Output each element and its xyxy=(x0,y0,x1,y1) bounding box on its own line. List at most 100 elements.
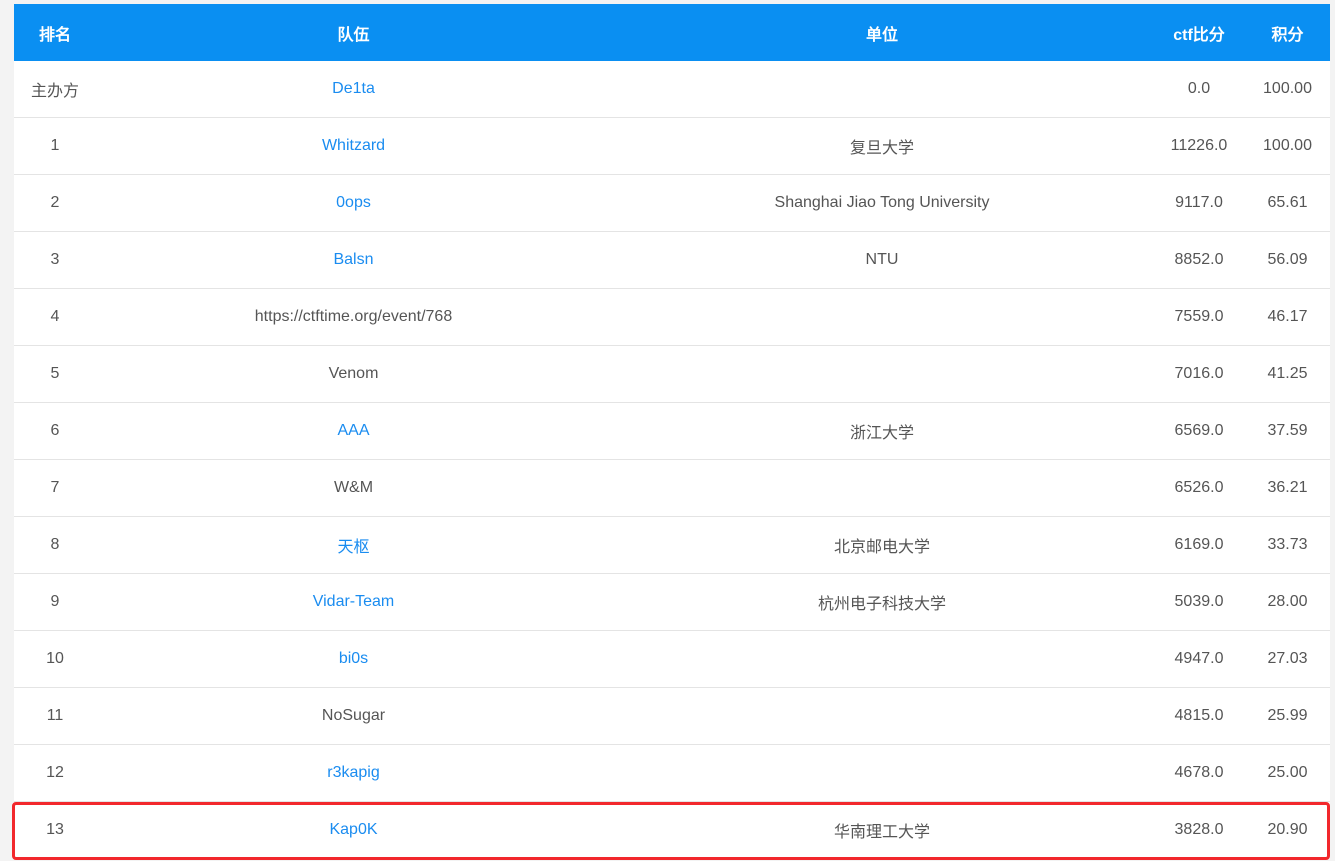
table-row: 3 Balsn NTU 8852.0 56.09 xyxy=(14,231,1330,289)
ranking-table: 排名 队伍 单位 ctf比分 积分 主办方 De1ta 0.0 100.00 1 Whit… xyxy=(14,4,1330,858)
team-cell: W&M xyxy=(96,459,611,517)
points-cell: 28.00 xyxy=(1245,573,1330,631)
column-header-unit[interactable]: 单位 xyxy=(611,4,1153,61)
points-cell: 27.03 xyxy=(1245,630,1330,688)
team-link[interactable]: 0ops xyxy=(336,194,371,211)
team-cell: Kap0K xyxy=(96,802,611,859)
points-cell: 46.17 xyxy=(1245,288,1330,346)
rank-cell: 6 xyxy=(14,402,96,460)
unit-cell xyxy=(611,288,1153,346)
table-body: 主办方 De1ta 0.0 100.00 1 Whitzard 复旦大学 11226.0 100… xyxy=(14,61,1330,858)
table-row: 2 0ops Shanghai Jiao Tong University 9117.0… xyxy=(14,174,1330,232)
rank-cell: 9 xyxy=(14,573,96,631)
unit-cell: Shanghai Jiao Tong University xyxy=(611,174,1153,232)
ctf-score-cell: 7559.0 xyxy=(1153,288,1245,346)
team-link[interactable]: 天枢 xyxy=(337,539,369,556)
table-row: 7 W&M 6526.0 36.21 xyxy=(14,459,1330,517)
unit-cell: 杭州电子科技大学 xyxy=(611,573,1153,631)
table-row: 6 AAA 浙江大学 6569.0 37.59 xyxy=(14,402,1330,460)
ctf-score-cell: 6526.0 xyxy=(1153,459,1245,517)
table-row: 8 天枢 北京邮电大学 6169.0 33.73 xyxy=(14,516,1330,574)
unit-cell xyxy=(611,744,1153,802)
table-row: 5 Venom 7016.0 41.25 xyxy=(14,345,1330,403)
team-cell: AAA xyxy=(96,402,611,460)
ctf-score-cell: 4678.0 xyxy=(1153,744,1245,802)
table-row: 9 Vidar-Team 杭州电子科技大学 5039.0 28.00 xyxy=(14,573,1330,631)
team-cell: De1ta xyxy=(96,61,611,118)
table-row: 4 https://ctftime.org/event/768 7559.0 46.1… xyxy=(14,288,1330,346)
rank-cell: 13 xyxy=(46,821,64,838)
rank-cell: 主办方 xyxy=(14,61,96,118)
team-link[interactable]: Kap0K xyxy=(329,821,377,838)
column-header-team[interactable]: 队伍 xyxy=(96,4,611,61)
ctf-score-cell: 9117.0 xyxy=(1153,174,1245,232)
team-link[interactable]: De1ta xyxy=(332,80,375,97)
unit-cell xyxy=(611,61,1153,118)
ctf-score-cell: 3828.0 xyxy=(1174,821,1224,838)
points-cell: 33.73 xyxy=(1245,516,1330,574)
column-header-points[interactable]: 积分 xyxy=(1245,4,1330,61)
table-row: 主办方 De1ta 0.0 100.00 xyxy=(14,61,1330,118)
points-cell: 36.21 xyxy=(1245,459,1330,517)
unit-cell: 浙江大学 xyxy=(611,402,1153,460)
table-row: 11 NoSugar 4815.0 25.99 xyxy=(14,687,1330,745)
team-cell: NoSugar xyxy=(96,687,611,745)
team-link[interactable]: bi0s xyxy=(339,650,368,667)
ctf-score-cell: 6169.0 xyxy=(1153,516,1245,574)
table-row-highlighted: 13 Kap0K 华南理工大学 3828.0 20.90 xyxy=(14,802,1330,859)
unit-cell: NTU xyxy=(611,231,1153,289)
column-header-rank[interactable]: 排名 xyxy=(14,4,96,61)
ctf-score-cell: 0.0 xyxy=(1153,61,1245,118)
rank-cell: 3 xyxy=(14,231,96,289)
points-cell: 100.00 xyxy=(1245,61,1330,118)
team-cell: Balsn xyxy=(96,231,611,289)
table-row: 12 r3kapig 4678.0 25.00 xyxy=(14,744,1330,802)
team-link[interactable]: Balsn xyxy=(333,251,373,268)
team-cell: r3kapig xyxy=(96,744,611,802)
team-cell: 0ops xyxy=(96,174,611,232)
rank-cell: 4 xyxy=(14,288,96,346)
points-cell: 25.99 xyxy=(1245,687,1330,745)
team-link[interactable]: r3kapig xyxy=(327,764,379,781)
team-link[interactable]: Vidar-Team xyxy=(313,593,395,610)
column-header-ctf-score[interactable]: ctf比分 xyxy=(1153,4,1245,61)
unit-cell xyxy=(611,345,1153,403)
rank-cell: 12 xyxy=(14,744,96,802)
points-cell: 56.09 xyxy=(1245,231,1330,289)
points-cell: 41.25 xyxy=(1245,345,1330,403)
team-link[interactable]: AAA xyxy=(337,422,369,439)
rank-cell: 2 xyxy=(14,174,96,232)
ranking-table-container: 排名 队伍 单位 ctf比分 积分 主办方 De1ta 0.0 100.00 1 Whit… xyxy=(14,4,1330,858)
ctf-score-cell: 11226.0 xyxy=(1153,117,1245,175)
team-cell: 天枢 xyxy=(96,516,611,574)
team-cell: bi0s xyxy=(96,630,611,688)
team-name: https://ctftime.org/event/768 xyxy=(254,308,453,325)
table-header: 排名 队伍 单位 ctf比分 积分 xyxy=(14,4,1330,61)
ctf-score-cell: 8852.0 xyxy=(1153,231,1245,289)
unit-cell xyxy=(611,687,1153,745)
unit-cell: 复旦大学 xyxy=(611,117,1153,175)
ctf-score-cell: 5039.0 xyxy=(1153,573,1245,631)
table-row: 1 Whitzard 复旦大学 11226.0 100.00 xyxy=(14,117,1330,175)
points-cell: 25.00 xyxy=(1245,744,1330,802)
rank-cell: 10 xyxy=(14,630,96,688)
rank-cell: 8 xyxy=(14,516,96,574)
team-cell: Whitzard xyxy=(96,117,611,175)
team-name: W&M xyxy=(333,479,374,496)
team-name: NoSugar xyxy=(321,707,386,724)
team-cell: https://ctftime.org/event/768 xyxy=(96,288,611,346)
points-cell: 37.59 xyxy=(1245,402,1330,460)
points-cell: 100.00 xyxy=(1245,117,1330,175)
team-cell: Venom xyxy=(96,345,611,403)
unit-cell: 华南理工大学 xyxy=(833,824,930,841)
team-cell: Vidar-Team xyxy=(96,573,611,631)
team-link[interactable]: Whitzard xyxy=(322,137,385,154)
rank-cell: 5 xyxy=(14,345,96,403)
unit-cell xyxy=(611,630,1153,688)
ctf-score-cell: 7016.0 xyxy=(1153,345,1245,403)
rank-cell: 7 xyxy=(14,459,96,517)
unit-cell: 北京邮电大学 xyxy=(611,516,1153,574)
ctf-score-cell: 6569.0 xyxy=(1153,402,1245,460)
team-name: Venom xyxy=(328,365,379,382)
rank-cell: 1 xyxy=(14,117,96,175)
